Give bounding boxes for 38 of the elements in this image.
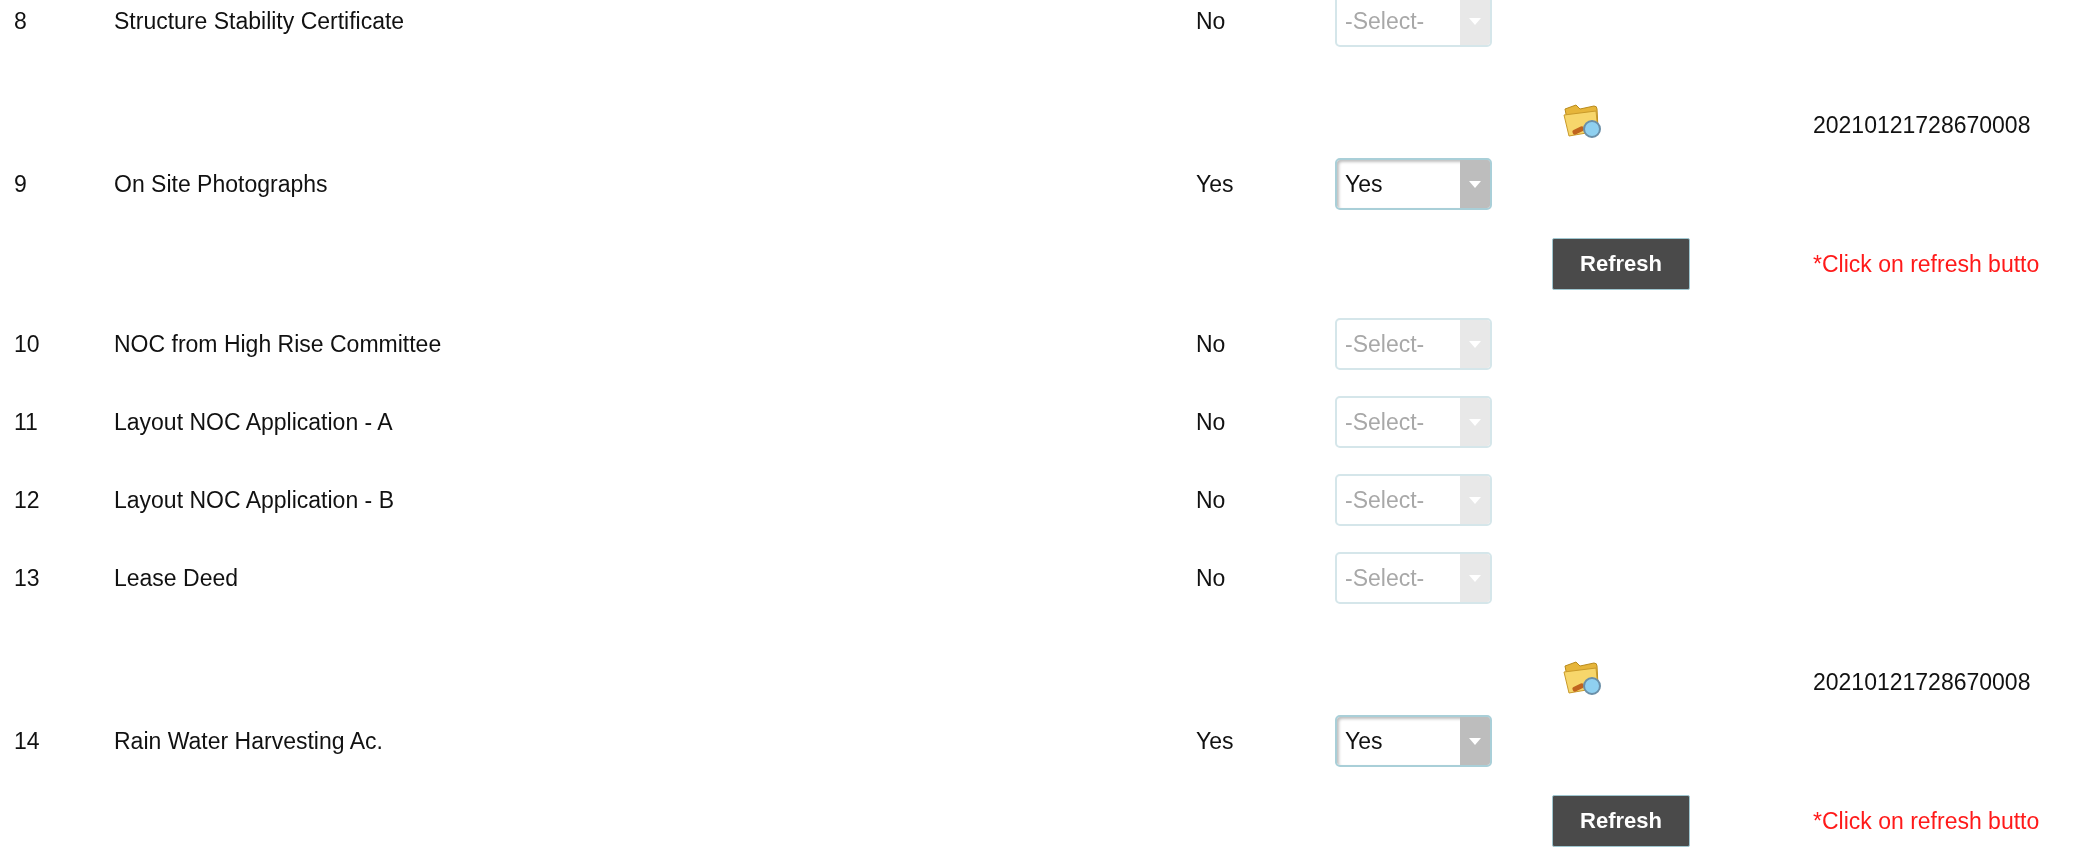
select-dropdown[interactable]: Yes: [1335, 158, 1492, 210]
refresh-note: *Click on refresh butto: [1813, 250, 2041, 278]
file-id: 20210121728670008: [1813, 669, 2032, 697]
row-number: 14: [13, 727, 41, 755]
folder-search-icon[interactable]: [1562, 658, 1604, 698]
refresh-button[interactable]: Refresh: [1552, 795, 1690, 847]
answer-text: No: [1196, 564, 1227, 592]
answer-text: Yes: [1196, 727, 1235, 755]
select-dropdown[interactable]: Yes: [1335, 715, 1492, 767]
select-dropdown: -Select-: [1335, 474, 1492, 526]
caret-icon: [1469, 180, 1481, 188]
document-name: NOC from High Rise Committee: [114, 330, 443, 358]
answer-text: No: [1196, 408, 1227, 436]
select-dropdown: -Select-: [1335, 318, 1492, 370]
answer-text: Yes: [1196, 170, 1235, 198]
row-number: 10: [13, 330, 41, 358]
document-name: On Site Photographs: [114, 170, 329, 198]
answer-text: No: [1196, 7, 1227, 35]
answer-text: No: [1196, 486, 1227, 514]
select-dropdown: -Select-: [1335, 0, 1492, 47]
row-number: 13: [13, 564, 41, 592]
folder-search-icon[interactable]: [1562, 101, 1604, 141]
row-number: 8: [13, 7, 28, 35]
refresh-button[interactable]: Refresh: [1552, 238, 1690, 290]
document-name: Lease Deed: [114, 564, 240, 592]
answer-text: No: [1196, 330, 1227, 358]
document-name: Rain Water Harvesting Ac.: [114, 727, 384, 755]
row-number: 12: [13, 486, 41, 514]
select-dropdown: -Select-: [1335, 552, 1492, 604]
caret-icon: [1469, 737, 1481, 745]
document-name: Structure Stability Certificate: [114, 7, 406, 35]
select-dropdown: -Select-: [1335, 396, 1492, 448]
file-id: 20210121728670008: [1813, 112, 2032, 140]
row-number: 9: [13, 170, 28, 198]
refresh-note: *Click on refresh butto: [1813, 807, 2041, 835]
row-number: 11: [13, 408, 39, 436]
document-name: Layout NOC Application - B: [114, 486, 395, 514]
document-name: Layout NOC Application - A: [114, 408, 394, 436]
